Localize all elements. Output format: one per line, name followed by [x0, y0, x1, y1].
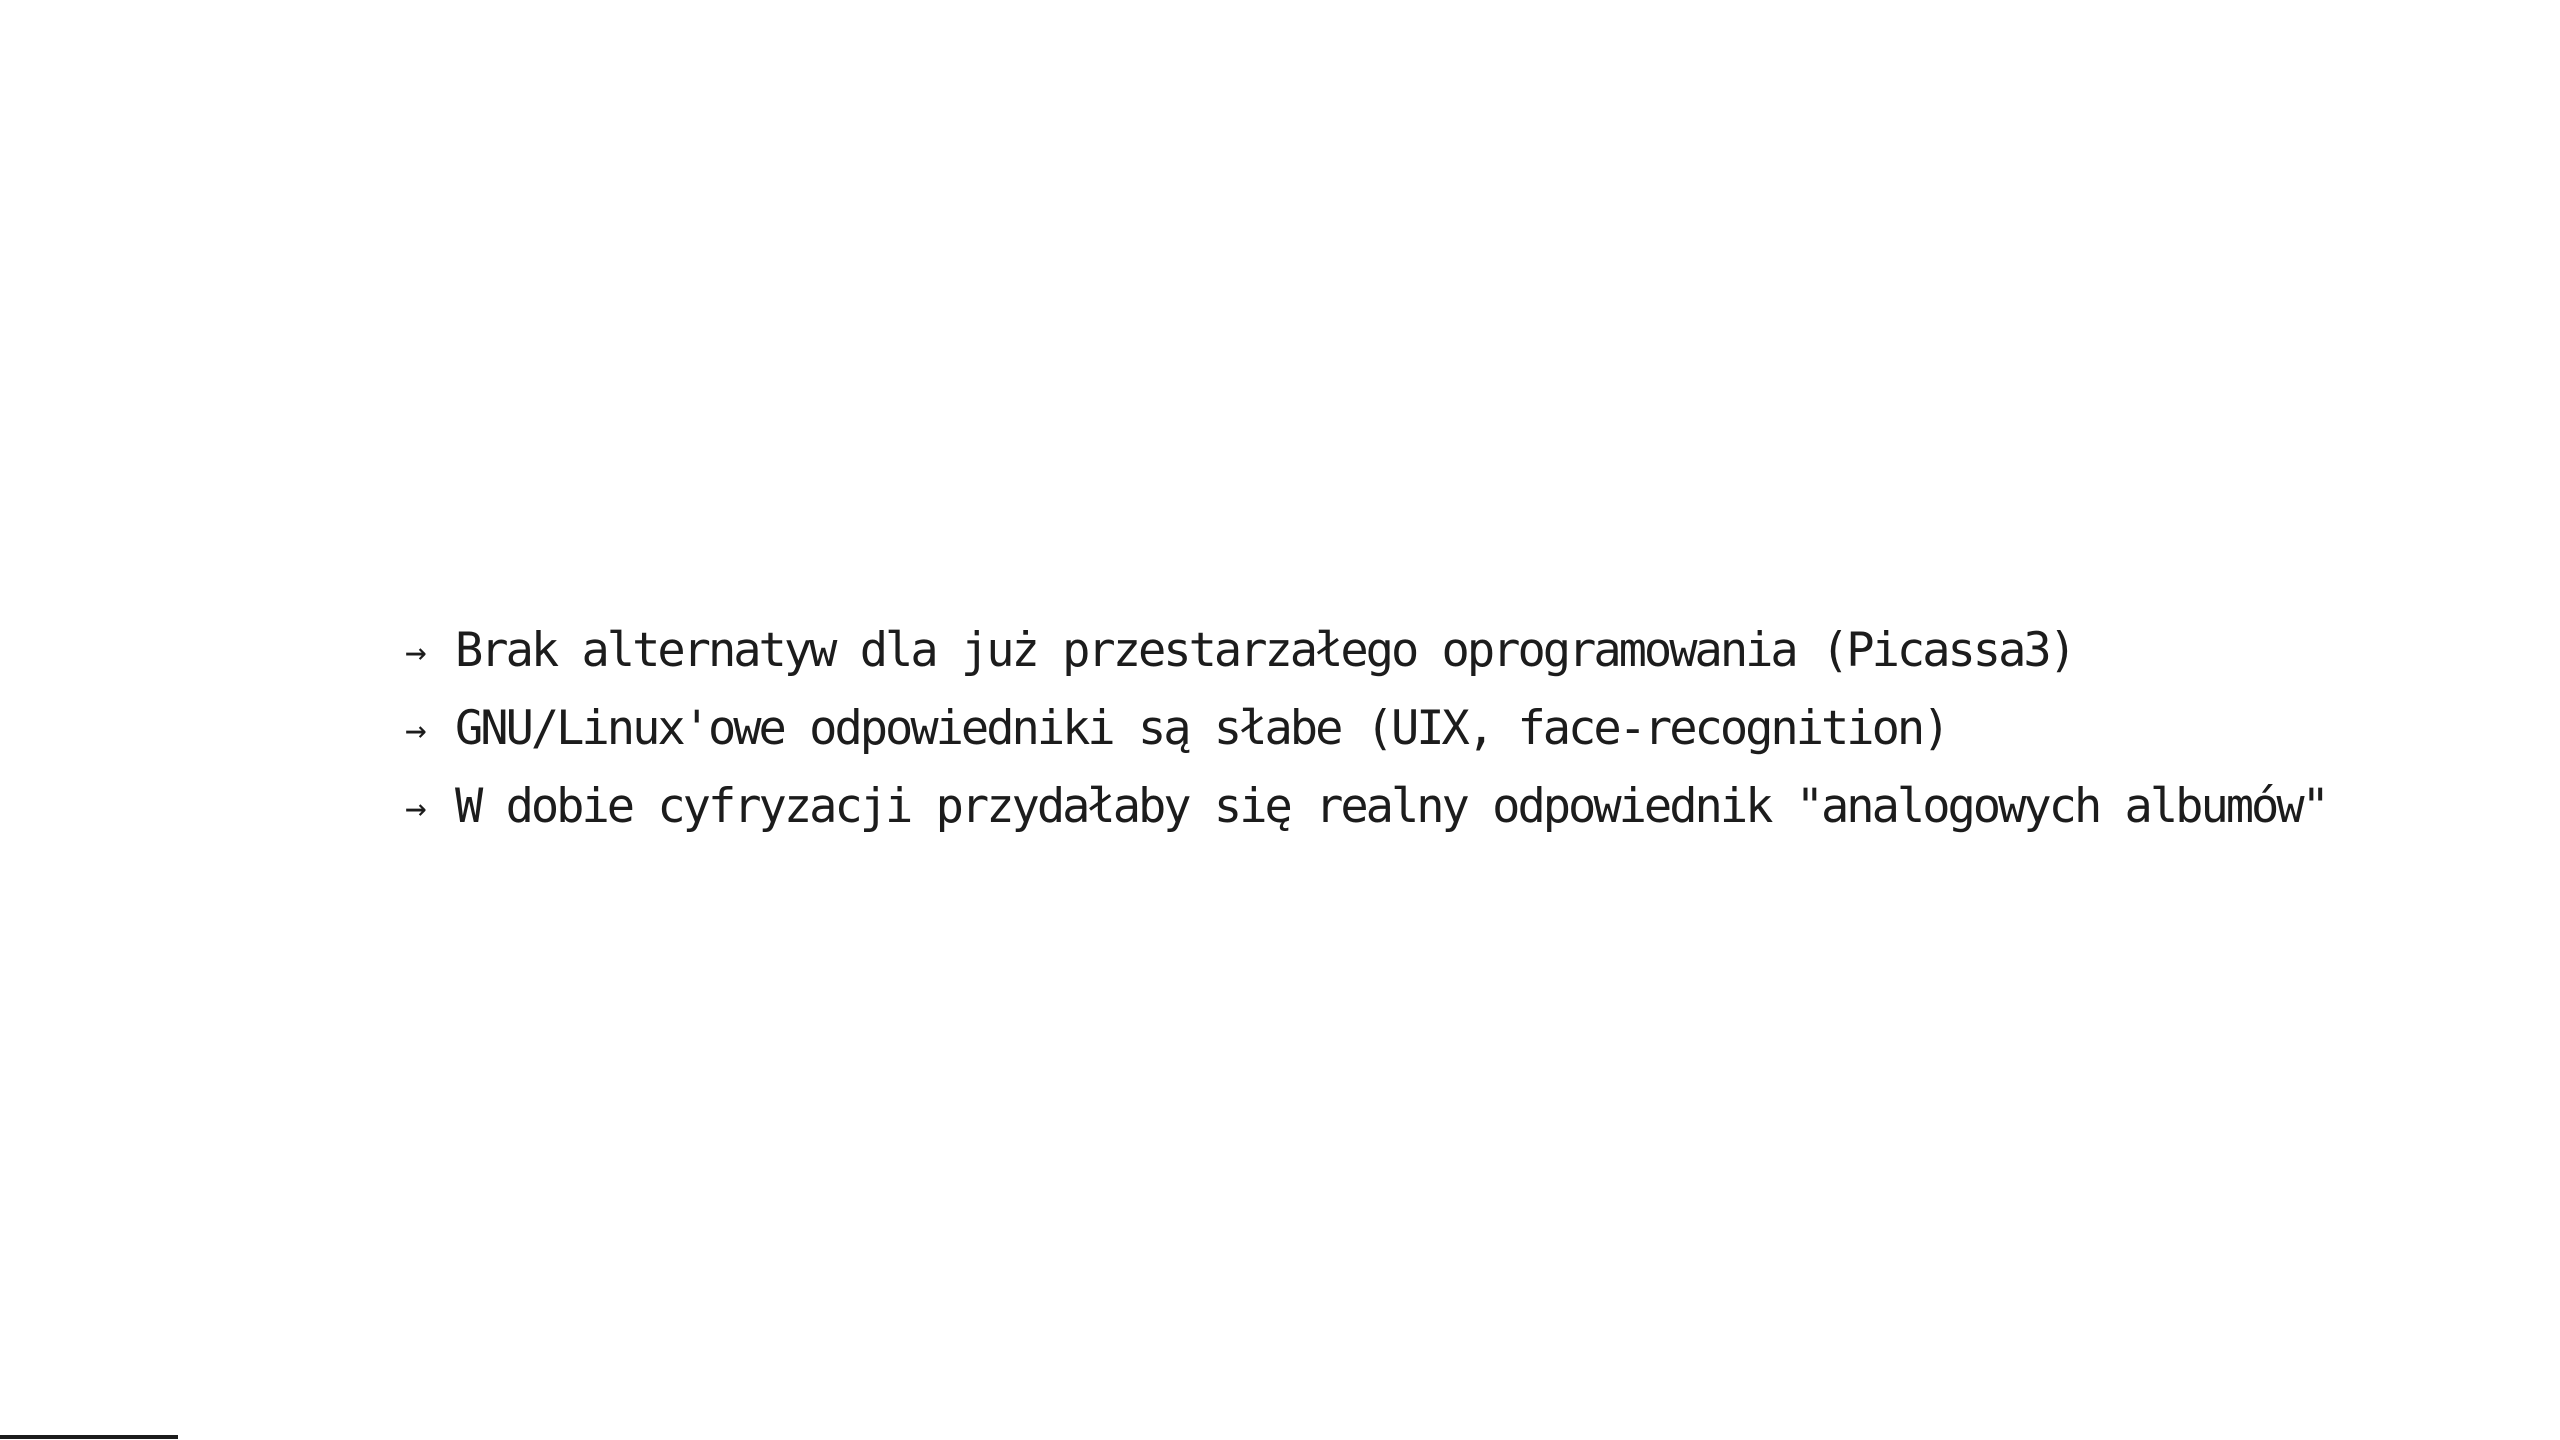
footer-divider [0, 1435, 178, 1439]
arrow-right-icon: → [405, 788, 427, 829]
bullet-list: → Brak alternatyw dla już przestarzałego … [405, 612, 2330, 846]
bullet-text: Brak alternatyw dla już przestarzałego o… [455, 623, 2077, 678]
bullet-text: W dobie cyfryzacji przydałaby się realny… [455, 779, 2330, 834]
slide: → Brak alternatyw dla już przestarzałego … [0, 0, 2560, 1440]
bullet-item: → W dobie cyfryzacji przydałaby się realn… [405, 768, 2330, 846]
arrow-right-icon: → [405, 710, 427, 751]
bullet-item: → Brak alternatyw dla już przestarzałego … [405, 612, 2327, 690]
bullet-text: GNU/Linux'owe odpowiedniki są słabe (UIX… [455, 701, 1950, 756]
arrow-right-icon: → [405, 632, 427, 673]
bullet-item: → GNU/Linux'owe odpowiedniki są słabe (UI… [405, 690, 2327, 768]
